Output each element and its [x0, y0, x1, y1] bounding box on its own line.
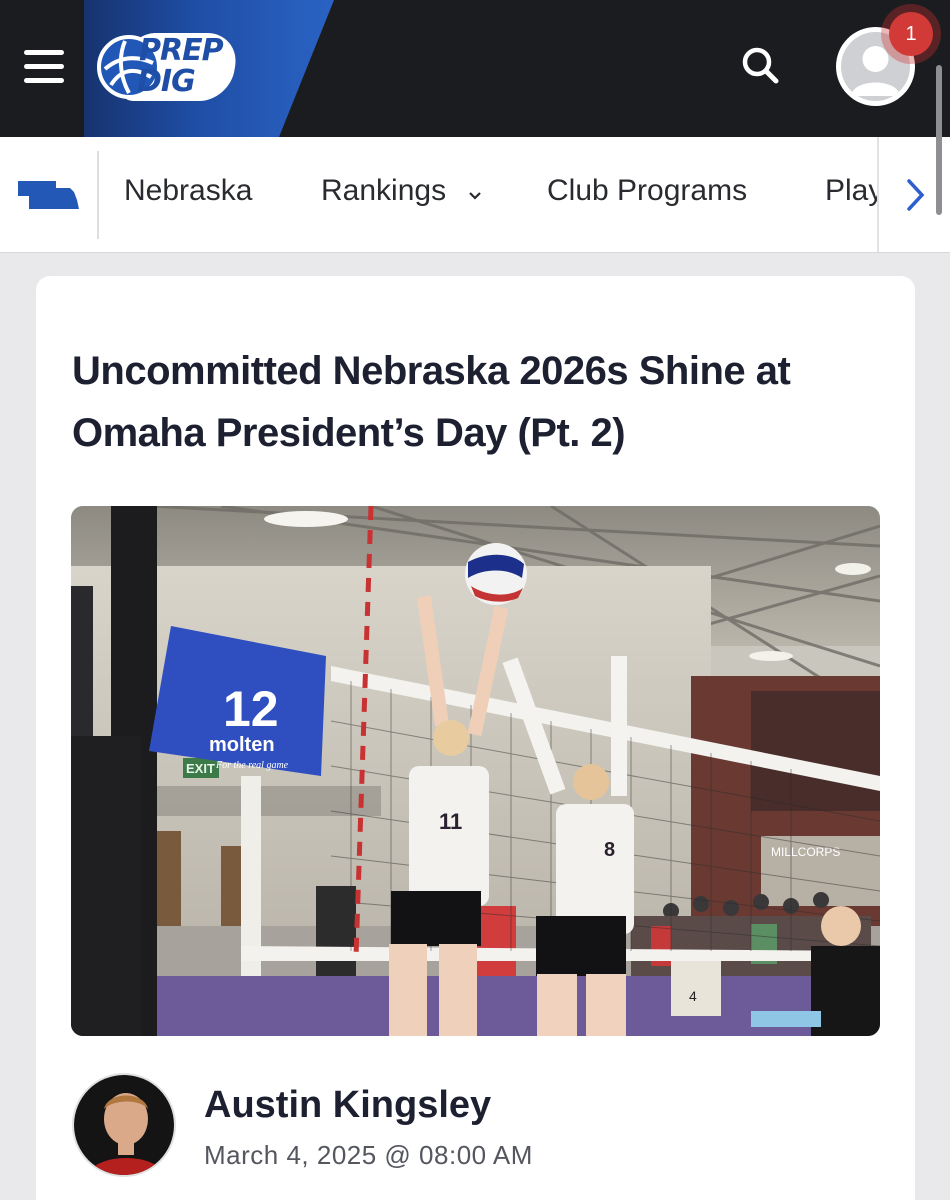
flag-brand: molten — [209, 734, 275, 756]
notification-count: 1 — [889, 12, 933, 56]
nav-item-label: Club Programs — [547, 174, 748, 207]
article-title[interactable]: Uncommitted Nebraska 2026s Shine at Omah… — [72, 340, 892, 464]
jersey-right: 8 — [604, 839, 615, 861]
volleyball — [465, 543, 527, 605]
jersey-left: 11 — [439, 809, 462, 834]
nav-item-rankings[interactable]: Rankings — [321, 174, 482, 209]
notification-badge[interactable]: 1 — [881, 4, 941, 64]
nav-item-nebraska[interactable]: Nebraska — [124, 174, 252, 208]
post-date: March 4, 2025 @ 08:00 AM — [204, 1140, 533, 1170]
exit-sign: EXIT — [186, 761, 215, 776]
nav-item-label: Nebraska — [124, 174, 253, 207]
search-icon[interactable] — [740, 45, 780, 85]
nav-item-club-programs[interactable]: Club Programs — [547, 174, 747, 208]
svg-text:MILLCORPS: MILLCORPS — [771, 845, 840, 859]
nav-item-label: Play — [825, 174, 884, 207]
prep-dig-logo[interactable]: PREP DIG — [97, 31, 241, 103]
nav-divider — [97, 151, 99, 239]
nav-item-players[interactable]: Play — [825, 174, 883, 208]
nav-item-label: Rankings — [321, 174, 447, 207]
logo-word-prep: PREP — [139, 33, 224, 68]
nebraska-state-icon[interactable] — [18, 180, 80, 215]
top-app-bar: PREP DIG 1 — [0, 0, 950, 137]
jersey-background: 4 — [689, 988, 697, 1004]
article-hero-photo[interactable]: MILLCORPS EXIT 4 12 molten For the real … — [71, 506, 880, 1036]
author-name[interactable]: Austin Kingsley — [204, 1084, 491, 1127]
flag-tagline: For the real game — [215, 760, 289, 771]
article-card: Uncommitted Nebraska 2026s Shine at Omah… — [36, 276, 915, 1200]
author-avatar[interactable] — [72, 1073, 176, 1177]
chevron-right-icon — [907, 179, 925, 211]
logo-word-dig: DIG — [137, 64, 196, 99]
flag-number: 12 — [223, 681, 279, 737]
hamburger-menu-icon[interactable] — [24, 50, 64, 84]
section-nav: Nebraska Rankings Club Programs Play — [0, 137, 950, 253]
chevron-down-icon — [468, 175, 482, 209]
page-scrollbar[interactable] — [936, 65, 942, 215]
